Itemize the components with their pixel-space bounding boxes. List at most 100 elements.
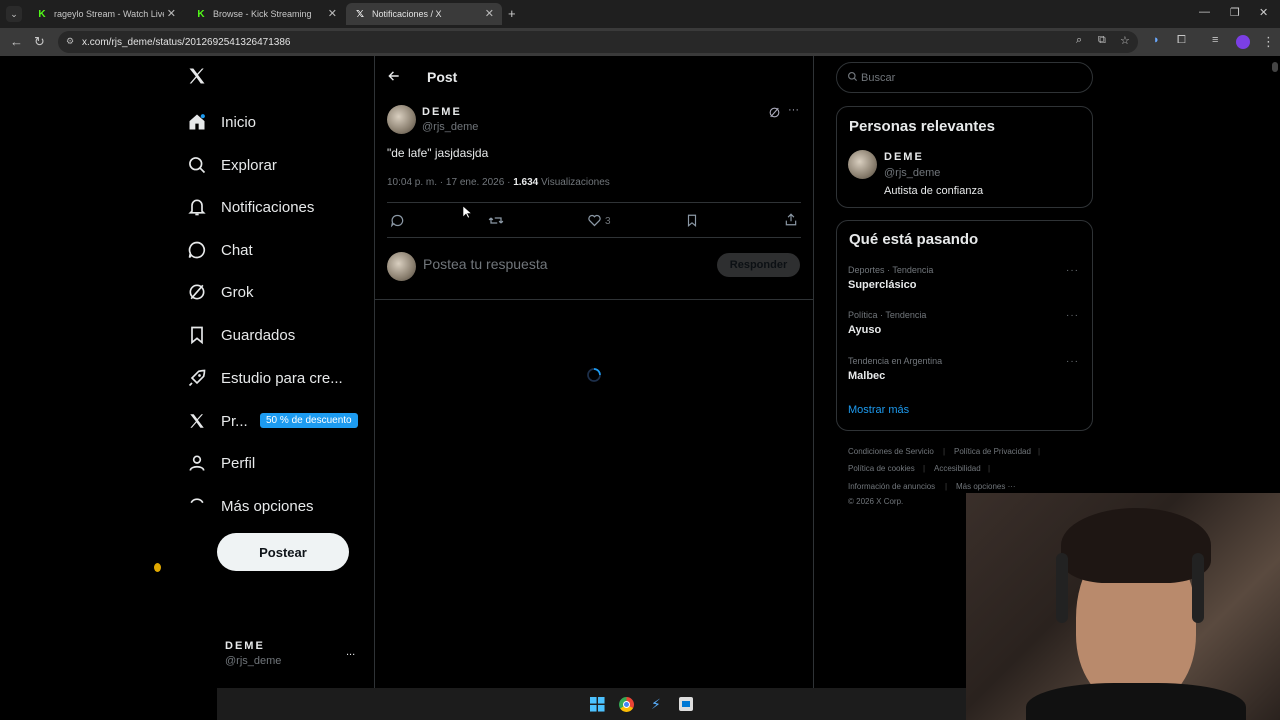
kick-icon: K	[197, 8, 205, 20]
post-timestamp[interactable]: 10:04 p. m. · 17 ene. 2026 ·	[387, 177, 510, 188]
streamer-hair	[1061, 508, 1211, 583]
tab-kick-browse[interactable]: K Browse - Kick Streaming ✕	[187, 3, 345, 25]
sidebar-item-label: Explorar	[221, 156, 277, 174]
back-arrow-icon[interactable]	[387, 69, 401, 83]
address-bar[interactable]: ⚙ x.com/rjs_deme/status/2012692541326471…	[58, 31, 1138, 53]
streamer-shirt	[1026, 683, 1246, 720]
avatar[interactable]	[387, 105, 416, 134]
postear-button[interactable]: Postear	[217, 533, 349, 571]
profile-avatar[interactable]	[1236, 35, 1250, 49]
sidebar-item-mas-opciones[interactable]: Más opciones	[186, 491, 314, 521]
footer-link[interactable]: Política de Privacidad	[954, 447, 1031, 456]
share-icon[interactable]	[784, 212, 798, 227]
footer-link[interactable]: Política de cookies	[848, 464, 915, 473]
windows-start-icon[interactable]	[590, 697, 605, 712]
kebab-menu-icon[interactable]: ⋮	[1262, 34, 1275, 50]
sidebar-item-label: Perfil	[221, 454, 256, 472]
search-icon	[186, 154, 208, 176]
app-icon[interactable]: ⚡	[651, 696, 661, 713]
account-switcher[interactable]: DEME @rjs_deme ...	[225, 640, 365, 676]
sidebar-item-perfil[interactable]: Perfil	[186, 448, 255, 478]
trend-name[interactable]: Malbec	[848, 370, 885, 382]
relevant-name[interactable]: DEME	[884, 151, 924, 163]
post-text: "de lafe" jasjdasjda	[387, 146, 489, 160]
trend-more-icon[interactable]: ···	[1066, 310, 1079, 321]
responder-button[interactable]: Responder	[717, 253, 800, 277]
sidebar-item-guardados[interactable]: Guardados	[186, 320, 295, 350]
grok-icon[interactable]	[768, 106, 781, 119]
x-icon: 𝕏	[355, 8, 365, 20]
close-icon[interactable]: ✕	[485, 7, 494, 20]
tab-title: rageylo Stream - Watch Live on	[54, 9, 164, 19]
puzzle-icon[interactable]: ⧠	[1177, 34, 1186, 47]
discount-badge: 50 % de descuento	[260, 413, 358, 428]
close-icon[interactable]: ✕	[167, 7, 176, 20]
account-more-icon[interactable]: ...	[346, 646, 355, 658]
footer-link[interactable]: Información de anuncios	[848, 482, 935, 491]
grok-icon	[186, 281, 208, 303]
post-more-icon[interactable]: ···	[788, 104, 799, 116]
reply-input[interactable]: Postea tu respuesta	[423, 256, 548, 272]
footer-divider: |	[1038, 447, 1041, 456]
site-info-icon[interactable]: ⚙	[66, 36, 74, 47]
sidebar-item-label: Chat	[221, 241, 253, 259]
post-author-handle[interactable]: @rjs_deme	[422, 121, 478, 133]
sidebar-item-inicio[interactable]: Inicio	[186, 107, 256, 137]
window-close-button[interactable]: ✕	[1259, 6, 1268, 19]
loading-spinner-icon	[586, 367, 602, 383]
sidebar-item-premium[interactable]: Pr...	[186, 406, 248, 436]
divider	[387, 202, 801, 203]
account-name: DEME	[225, 640, 265, 652]
more-circle-icon	[186, 495, 208, 517]
like-count: 3	[605, 216, 611, 227]
media-icon[interactable]: ≡	[1212, 34, 1218, 46]
bookmark-icon[interactable]	[685, 213, 699, 228]
chrome-icon[interactable]	[619, 697, 634, 712]
reload-icon[interactable]: ↻	[34, 34, 45, 50]
footer-link[interactable]: Más opciones ···	[956, 482, 1016, 491]
scrollbar[interactable]	[1272, 62, 1278, 72]
new-tab-button[interactable]: +	[508, 6, 516, 21]
mouse-cursor-icon	[463, 206, 472, 219]
post-author-name[interactable]: DEME	[422, 106, 462, 118]
footer-link[interactable]: Accesibilidad	[934, 464, 981, 473]
sidebar-item-label: Guardados	[221, 326, 296, 344]
install-app-icon[interactable]: ⧉	[1098, 34, 1106, 47]
trend-category: Tendencia en Argentina	[848, 356, 943, 366]
chat-icon	[186, 239, 208, 261]
tab-kick-rageylo[interactable]: K rageylo Stream - Watch Live on ✕	[28, 3, 184, 25]
trend-name[interactable]: Ayuso	[848, 324, 881, 336]
footer-link[interactable]: Condiciones de Servicio	[848, 447, 934, 456]
sidebar-item-notificaciones[interactable]: Notificaciones	[186, 192, 314, 222]
minimize-button[interactable]: —	[1199, 6, 1210, 18]
trend-name[interactable]: Superclásico	[848, 279, 916, 291]
avatar[interactable]	[848, 150, 877, 179]
trend-more-icon[interactable]: ···	[1066, 356, 1079, 367]
search-input[interactable]: Buscar	[836, 62, 1093, 93]
like-icon[interactable]	[587, 213, 602, 228]
bell-icon	[186, 196, 208, 218]
sidebar-item-chat[interactable]: Chat	[186, 235, 253, 265]
sidebar-item-estudio[interactable]: Estudio para cre...	[186, 363, 343, 393]
tab-x-notifications[interactable]: 𝕏 Notificaciones / X ✕	[346, 3, 502, 25]
extension-icon[interactable]: ◗	[1153, 34, 1160, 46]
tab-search-button[interactable]: ⌄	[6, 6, 22, 22]
close-icon[interactable]: ✕	[328, 7, 337, 20]
card-title: Personas relevantes	[849, 118, 995, 135]
x-logo-icon[interactable]	[187, 66, 209, 90]
trend-more-icon[interactable]: ···	[1066, 265, 1079, 276]
relevant-handle[interactable]: @rjs_deme	[884, 167, 940, 179]
tab-title: Browse - Kick Streaming	[213, 9, 312, 19]
back-arrow-icon[interactable]: ←	[10, 34, 23, 49]
reply-icon[interactable]	[390, 213, 405, 228]
maximize-button[interactable]: ❐	[1230, 6, 1240, 19]
show-more-link[interactable]: Mostrar más	[848, 404, 909, 416]
cursor-indicator-icon	[154, 563, 161, 572]
sidebar-item-explorar[interactable]: Explorar	[186, 150, 277, 180]
store-icon[interactable]	[679, 697, 693, 711]
sidebar-item-grok[interactable]: Grok	[186, 277, 254, 307]
sidebar-item-label: Más opciones	[221, 497, 314, 515]
star-icon[interactable]: ☆	[1120, 34, 1130, 47]
repost-icon[interactable]	[488, 213, 504, 228]
zoom-icon[interactable]: ⌕	[1076, 34, 1082, 47]
